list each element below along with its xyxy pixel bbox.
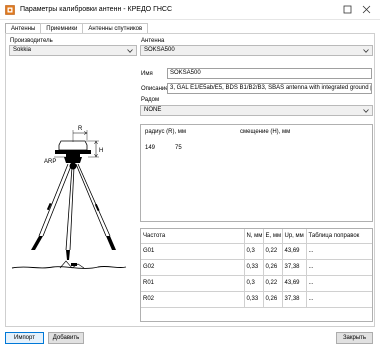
up-cell: 37,38 (281, 291, 306, 308)
antenna-value: SOKSA500 (144, 47, 175, 53)
table-row[interactable]: G02 0,33 0,26 37,38 ... (141, 259, 372, 276)
corrections-cell[interactable]: ... (305, 259, 372, 276)
frequency-table: Частота N, мм E, мм Up, мм Таблица попра… (141, 229, 372, 308)
antenna-mount (66, 154, 80, 157)
n-cell: 0,33 (243, 291, 263, 308)
corrections-cell[interactable]: ... (305, 291, 372, 308)
close-icon (362, 5, 371, 14)
description-input[interactable]: 3, GAL E1/E5ab/E5, BDS B1/B2/B3, SBAS an… (167, 83, 372, 94)
up-column-header: Up, мм (281, 229, 306, 244)
freq-column-header: Частота (141, 229, 244, 244)
title-bar: Параметры калибровки антенн - КРЕДО ГНСС (0, 0, 380, 20)
name-input[interactable]: SOKSA500 (167, 68, 372, 79)
radius-value[interactable]: 149 (145, 145, 155, 151)
e-cell: 0,26 (262, 291, 282, 308)
maximize-icon (343, 5, 352, 14)
up-cell: 43,69 (281, 275, 306, 292)
n-cell: 0,3 (243, 243, 263, 260)
maximize-button[interactable] (342, 4, 353, 15)
tripod-center-leg (65, 166, 75, 251)
freq-cell: G01 (141, 243, 244, 260)
antenna-tripod-drawing: ARP R H (11, 126, 127, 269)
corrections-column-header: Таблица поправок (305, 229, 372, 244)
app-icon (5, 5, 15, 15)
radius-column-header: радиус (R), мм (145, 129, 187, 135)
offset-value[interactable]: 75 (175, 145, 182, 151)
chevron-down-icon (363, 109, 369, 113)
up-cell: 37,38 (281, 259, 306, 276)
tripod-right-leg (75, 163, 111, 237)
tripod-left-leg (38, 163, 72, 237)
ground-line (11, 265, 127, 269)
manufacturer-select[interactable]: Sokkia (9, 45, 137, 56)
antenna-base-plate (55, 150, 91, 154)
radome-select[interactable]: NONE (140, 105, 373, 116)
up-cell: 43,69 (281, 243, 306, 260)
antenna-label: Антенна (141, 38, 165, 44)
table-row[interactable]: R02 0,33 0,26 37,38 ... (141, 291, 372, 308)
chevron-down-icon (127, 49, 133, 53)
radius-offset-table (140, 124, 373, 222)
freq-cell: R01 (141, 275, 244, 292)
e-cell: 0,22 (262, 275, 282, 292)
h-label: H (99, 148, 103, 154)
radome-label: Радом (141, 97, 160, 103)
radome-value: NONE (144, 107, 162, 113)
offset-column-header: смещение (H), мм (240, 129, 291, 135)
chevron-down-icon (363, 49, 369, 53)
corrections-cell[interactable]: ... (305, 275, 372, 292)
corrections-cell[interactable]: ... (305, 243, 372, 260)
import-button[interactable]: Импорт (5, 332, 44, 344)
e-column-header: E, мм (262, 229, 282, 244)
close-window-button[interactable] (361, 4, 372, 15)
antenna-select[interactable]: SOKSA500 (140, 45, 373, 56)
e-cell: 0,22 (262, 243, 282, 260)
tripod-head (64, 157, 82, 163)
antenna-body (58, 140, 88, 151)
close-button[interactable]: Закрыть (336, 332, 373, 344)
table-row[interactable]: R01 0,3 0,22 43,69 ... (141, 275, 372, 292)
add-button[interactable]: Добавить (48, 332, 84, 344)
description-label: Описание (141, 86, 169, 92)
manufacturer-value: Sokkia (13, 47, 32, 53)
manufacturer-label: Производитель (10, 38, 53, 44)
e-cell: 0,26 (262, 259, 282, 276)
freq-cell: R02 (141, 291, 244, 308)
n-cell: 0,33 (243, 259, 263, 276)
n-column-header: N, мм (243, 229, 263, 244)
window-title: Параметры калибровки антенн - КРЕДО ГНСС (20, 6, 173, 13)
frequency-table-header: Частота N, мм E, мм Up, мм Таблица попра… (141, 229, 372, 244)
arp-label: ARP (44, 159, 56, 165)
name-label: Имя (141, 71, 153, 77)
table-row[interactable]: G01 0,3 0,22 43,69 ... (141, 243, 372, 260)
r-label: R (78, 126, 83, 132)
freq-cell: G02 (141, 259, 244, 276)
n-cell: 0,3 (243, 275, 263, 292)
